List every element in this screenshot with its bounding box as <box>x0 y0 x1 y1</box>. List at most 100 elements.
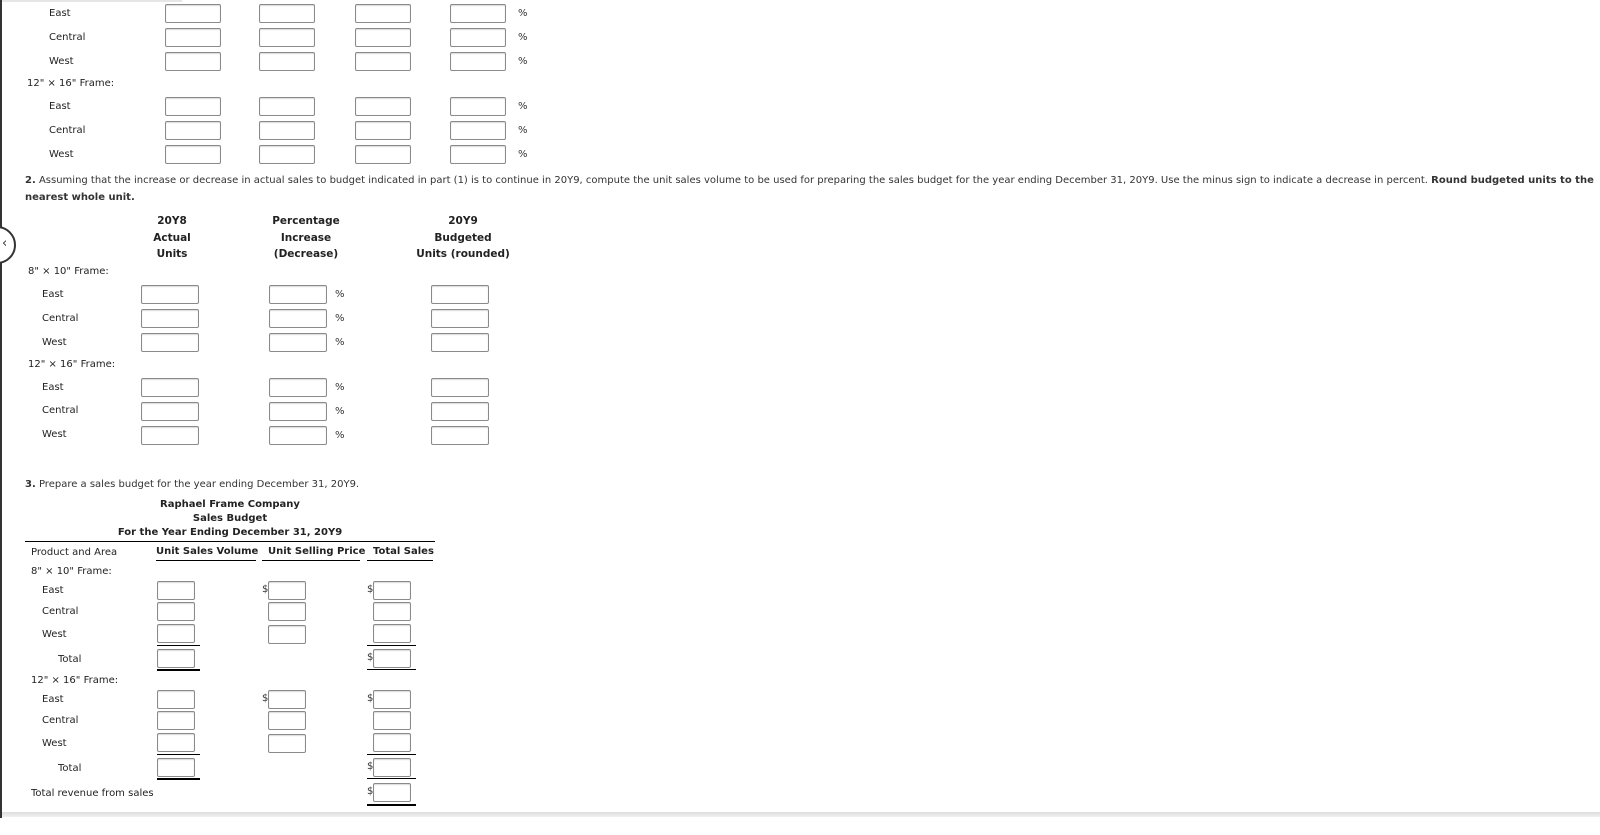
frame-12x16-label: 12" × 16" Frame: <box>31 675 119 686</box>
part1-12x16-central-col1-input[interactable] <box>165 121 221 140</box>
header-line: Increase <box>280 231 332 244</box>
budget-12x16-west-price-input[interactable] <box>268 734 306 753</box>
part2-12x16-west-pct-input[interactable] <box>269 426 327 445</box>
part1-12x16-east-col3-input[interactable] <box>355 97 411 116</box>
budget-12x16-east-volume-input[interactable] <box>157 690 195 709</box>
budget-8x10-central-total-input[interactable] <box>373 602 411 621</box>
part1-12x16-central-pct-input[interactable] <box>450 121 506 140</box>
part1-12x16-west-col1-input[interactable] <box>165 145 221 164</box>
row-label-central: Central <box>49 125 86 136</box>
col-underline <box>262 560 360 561</box>
budget-12x16-east-price-input[interactable] <box>268 690 306 709</box>
budget-12x16-central-total-input[interactable] <box>373 711 411 730</box>
total-revenue-input[interactable] <box>373 783 411 802</box>
row-label-central: Central <box>42 405 79 416</box>
frame-8x10-label: 8" × 10" Frame: <box>31 566 112 577</box>
budget-12x16-central-price-input[interactable] <box>268 711 306 730</box>
part1-8x10-east-col3-input[interactable] <box>355 4 411 23</box>
budget-period: For the Year Ending December 31, 20Y9 <box>117 527 343 538</box>
part3-number: 3. <box>25 479 36 490</box>
part2-12x16-east-pct-input[interactable] <box>269 378 327 397</box>
part2-8x10-east-actual-input[interactable] <box>141 285 199 304</box>
part2-12x16-east-actual-input[interactable] <box>141 378 199 397</box>
header-line: Units <box>156 248 188 260</box>
part1-12x16-east-pct-input[interactable] <box>450 97 506 116</box>
subtotal-rule <box>367 645 416 646</box>
part2-8x10-east-pct-input[interactable] <box>269 285 327 304</box>
part2-8x10-east-budget-input[interactable] <box>431 285 489 304</box>
part1-8x10-east-col1-input[interactable] <box>165 4 221 23</box>
part2-8x10-west-pct-input[interactable] <box>269 333 327 352</box>
part2-12x16-central-budget-input[interactable] <box>431 402 489 421</box>
part1-12x16-east-col2-input[interactable] <box>259 97 315 116</box>
part2-8x10-west-budget-input[interactable] <box>431 333 489 352</box>
budget-8x10-east-price-input[interactable] <box>268 581 306 600</box>
budget-12x16-west-total-input[interactable] <box>373 733 411 752</box>
part1-8x10-east-col2-input[interactable] <box>259 4 315 23</box>
subtotal-rule <box>367 754 416 755</box>
budget-8x10-total-volume-input[interactable] <box>157 649 195 668</box>
total-double-rule <box>157 778 200 780</box>
budget-8x10-east-total-input[interactable] <box>373 581 411 600</box>
part1-12x16-east-col1-input[interactable] <box>165 97 221 116</box>
row-label-west: West <box>49 56 74 67</box>
bottom-divider <box>2 812 1600 817</box>
frame-8x10-label: 8" × 10" Frame: <box>28 266 109 277</box>
budget-12x16-total-sales-input[interactable] <box>373 758 411 777</box>
budget-8x10-west-total-input[interactable] <box>373 624 411 643</box>
part2-number: 2. <box>25 175 36 186</box>
part1-12x16-central-col2-input[interactable] <box>259 121 315 140</box>
part2-8x10-central-actual-input[interactable] <box>141 309 199 328</box>
budget-8x10-west-volume-input[interactable] <box>157 624 195 643</box>
row-label-east: East <box>49 101 71 112</box>
row-label-central: Central <box>42 715 79 726</box>
part1-8x10-central-col2-input[interactable] <box>259 28 315 47</box>
part2-8x10-central-budget-input[interactable] <box>431 309 489 328</box>
part1-8x10-central-col1-input[interactable] <box>165 28 221 47</box>
budget-8x10-central-price-input[interactable] <box>268 602 306 621</box>
part1-8x10-central-col3-input[interactable] <box>355 28 411 47</box>
part1-8x10-central-pct-input[interactable] <box>450 28 506 47</box>
part2-12x16-central-pct-input[interactable] <box>269 402 327 421</box>
part1-12x16-west-pct-input[interactable] <box>450 145 506 164</box>
part2-12x16-central-actual-input[interactable] <box>141 402 199 421</box>
budget-8x10-west-price-input[interactable] <box>268 625 306 644</box>
budget-12x16-total-volume-input[interactable] <box>157 758 195 777</box>
row-label-east: East <box>42 289 64 300</box>
part2-12x16-west-budget-input[interactable] <box>431 426 489 445</box>
percent-sign: % <box>518 101 528 112</box>
part2-12x16-west-actual-input[interactable] <box>141 426 199 445</box>
part2-12x16-east-budget-input[interactable] <box>431 378 489 397</box>
header-percentage-change: Percentage Increase (Decrease) <box>256 213 356 263</box>
company-name: Raphael Frame Company <box>160 499 300 510</box>
budget-8x10-east-volume-input[interactable] <box>157 581 195 600</box>
total-rule <box>367 778 416 779</box>
percent-sign: % <box>335 406 345 417</box>
part1-8x10-west-col2-input[interactable] <box>259 52 315 71</box>
part1-12x16-central-col3-input[interactable] <box>355 121 411 140</box>
part2-text: Assuming that the increase or decrease i… <box>35 175 1432 186</box>
budget-12x16-central-volume-input[interactable] <box>157 711 195 730</box>
total-double-rule <box>157 669 200 671</box>
budget-8x10-total-sales-input[interactable] <box>373 649 411 668</box>
part1-8x10-west-pct-input[interactable] <box>450 52 506 71</box>
part2-8x10-west-actual-input[interactable] <box>141 333 199 352</box>
percent-sign: % <box>518 8 528 19</box>
previous-nav-button[interactable]: ‹ <box>0 226 16 264</box>
budget-12x16-east-total-input[interactable] <box>373 690 411 709</box>
budget-title: Sales Budget <box>192 513 268 524</box>
part1-12x16-west-col3-input[interactable] <box>355 145 411 164</box>
budget-12x16-west-volume-input[interactable] <box>157 733 195 752</box>
part2-8x10-central-pct-input[interactable] <box>269 309 327 328</box>
part1-8x10-west-col3-input[interactable] <box>355 52 411 71</box>
header-line: 20Y8 <box>157 215 187 227</box>
subtotal-rule <box>157 754 200 755</box>
budget-8x10-central-volume-input[interactable] <box>157 602 195 621</box>
part1-8x10-east-pct-input[interactable] <box>450 4 506 23</box>
part1-8x10-west-col1-input[interactable] <box>165 52 221 71</box>
percent-sign: % <box>335 313 345 324</box>
grand-total-rule <box>367 804 416 806</box>
header-line: Actual <box>153 231 191 244</box>
header-line: Budgeted <box>434 231 492 244</box>
part1-12x16-west-col2-input[interactable] <box>259 145 315 164</box>
